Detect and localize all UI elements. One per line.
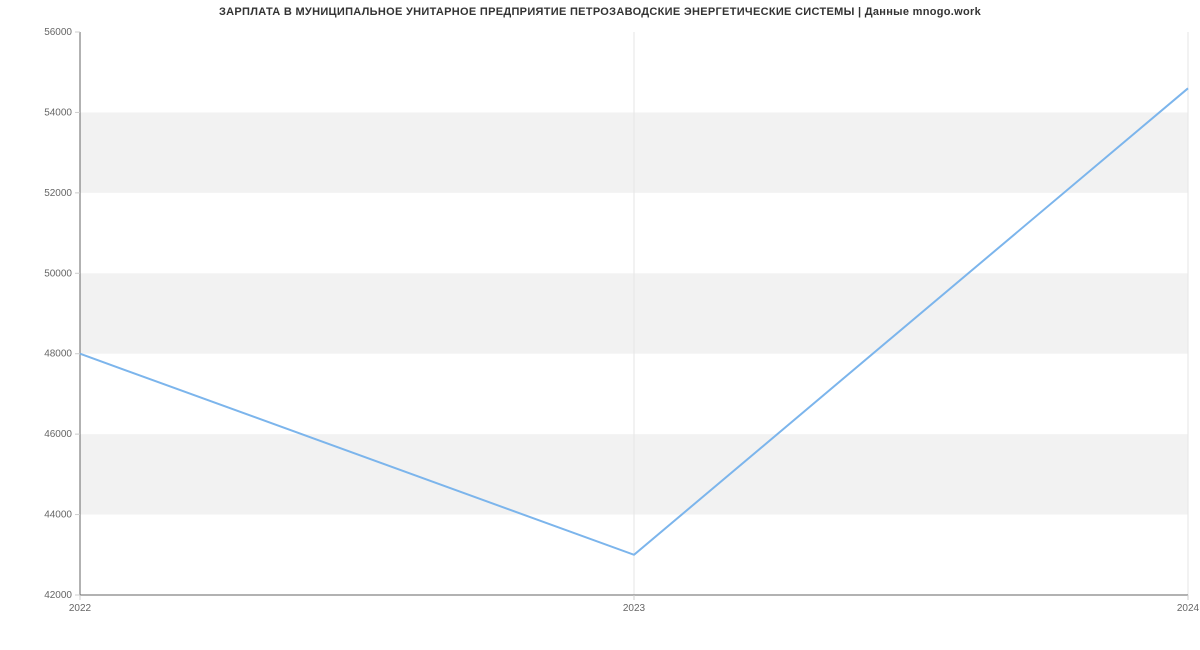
x-tick-label: 2024 xyxy=(1177,603,1200,614)
plot-area: 4200044000460004800050000520005400056000… xyxy=(80,32,1188,617)
x-tick-label: 2023 xyxy=(623,603,646,614)
y-tick-label: 46000 xyxy=(44,429,72,440)
y-tick-label: 42000 xyxy=(44,590,72,601)
x-tick-label: 2022 xyxy=(69,603,92,614)
y-tick-label: 54000 xyxy=(44,107,72,118)
y-tick-label: 44000 xyxy=(44,510,72,521)
y-tick-label: 50000 xyxy=(44,268,72,279)
y-tick-label: 52000 xyxy=(44,188,72,199)
y-tick-label: 56000 xyxy=(44,27,72,38)
chart-title: ЗАРПЛАТА В МУНИЦИПАЛЬНОЕ УНИТАРНОЕ ПРЕДП… xyxy=(0,6,1200,18)
chart-svg: 4200044000460004800050000520005400056000… xyxy=(80,32,1188,617)
y-tick-label: 48000 xyxy=(44,349,72,360)
